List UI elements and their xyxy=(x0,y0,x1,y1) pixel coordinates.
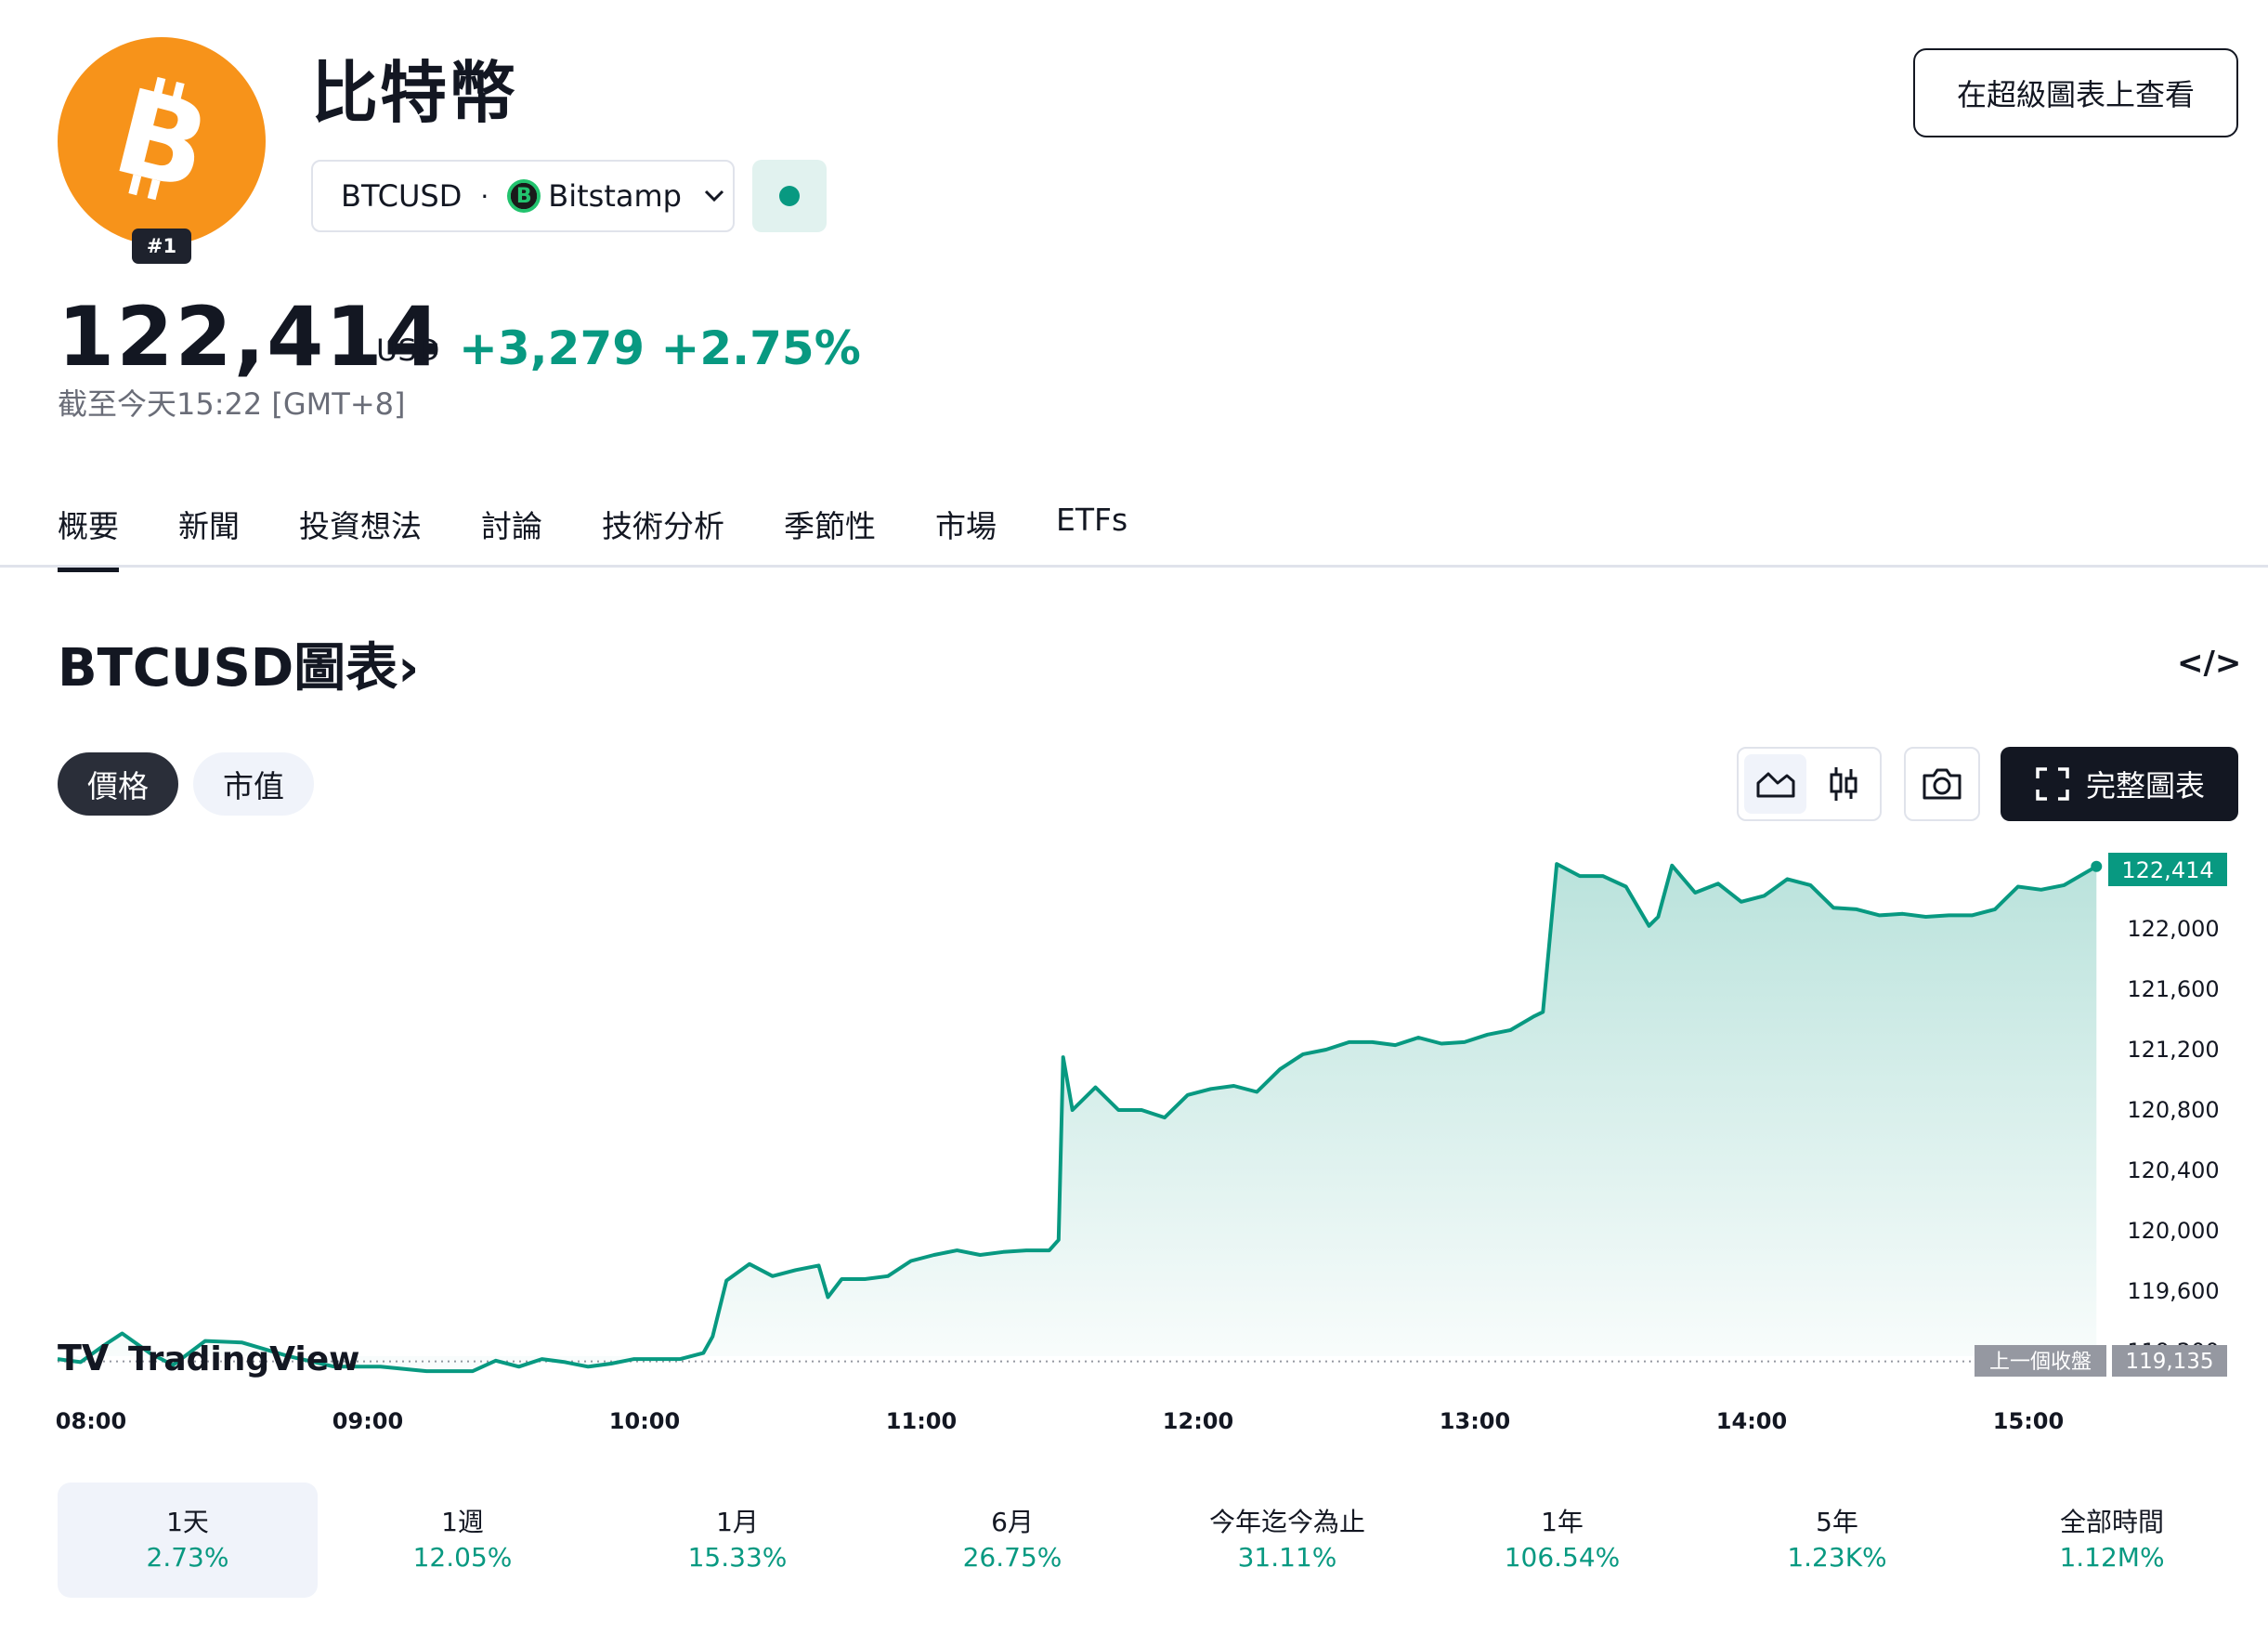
tradingview-watermark: TV TradingView xyxy=(58,1338,359,1378)
fullscreen-icon xyxy=(2036,767,2069,801)
market-status-button[interactable] xyxy=(752,160,827,232)
tab-overview[interactable]: 概要 xyxy=(58,502,119,572)
period-label: 1月 xyxy=(716,1507,759,1537)
chart-type-group xyxy=(1737,747,1882,821)
area-chart-icon[interactable] xyxy=(1744,754,1806,814)
period-all[interactable]: 全部時間 1.12M% xyxy=(1982,1483,2242,1598)
prev-close-value: 119,135 xyxy=(2125,1350,2213,1374)
period-value: 1.23K% xyxy=(1787,1542,1887,1573)
period-label: 5年 xyxy=(1816,1507,1858,1537)
x-tick-label: 09:00 xyxy=(332,1408,403,1434)
x-tick-label: 11:00 xyxy=(886,1408,957,1434)
period-ytd[interactable]: 今年迄今為止 31.11% xyxy=(1157,1483,1417,1598)
period-5y[interactable]: 5年 1.23K% xyxy=(1707,1483,1967,1598)
y-tick-label: 120,800 xyxy=(2127,1097,2219,1123)
period-1y[interactable]: 1年 106.54% xyxy=(1432,1483,1692,1598)
period-label: 6月 xyxy=(991,1507,1034,1537)
period-1d[interactable]: 1天 2.73% xyxy=(58,1483,318,1598)
symbol-label: BTCUSD xyxy=(341,178,463,214)
price-area-fill xyxy=(58,864,2097,1372)
tab-etfs[interactable]: ETFs xyxy=(1056,502,1127,570)
watermark-text: TradingView xyxy=(128,1340,359,1378)
candlestick-chart-icon[interactable] xyxy=(1812,754,1874,814)
tab-news[interactable]: 新聞 xyxy=(178,502,240,570)
tab-ideas[interactable]: 投資想法 xyxy=(299,502,422,570)
y-tick-label: 121,200 xyxy=(2127,1037,2219,1063)
price-chart[interactable]: 122,000 121,600 121,200 120,800 120,400 120,0… xyxy=(0,836,2268,1449)
x-tick-label: 13:00 xyxy=(1440,1408,1510,1434)
y-tick-label: 120,000 xyxy=(2127,1218,2219,1244)
period-value: 15.33% xyxy=(687,1542,788,1573)
chart-title-text: BTCUSD圖表 xyxy=(58,638,398,699)
x-tick-label: 12:00 xyxy=(1163,1408,1233,1434)
period-label: 1天 xyxy=(166,1507,209,1537)
chevron-down-icon xyxy=(704,185,724,208)
view-on-supercharts-button[interactable]: 在超級圖表上查看 xyxy=(1913,48,2238,137)
market-open-dot-icon xyxy=(779,186,800,206)
period-label: 今年迄今為止 xyxy=(1208,1507,1365,1537)
tab-discussion[interactable]: 討論 xyxy=(481,502,542,570)
camera-icon[interactable] xyxy=(1904,747,1980,821)
tab-technicals[interactable]: 技術分析 xyxy=(602,502,724,570)
section-tabs: 概要 新聞 投資想法 討論 技術分析 季節性 市場 ETFs xyxy=(58,502,1187,572)
bitcoin-logo: B xyxy=(58,37,266,245)
period-value: 31.11% xyxy=(1237,1542,1337,1573)
period-value: 2.73% xyxy=(146,1542,229,1573)
price-toggle[interactable]: 價格 xyxy=(58,752,178,816)
market-cap-toggle[interactable]: 市值 xyxy=(193,752,314,816)
period-value: 26.75% xyxy=(962,1542,1062,1573)
full-chart-label: 完整圖表 xyxy=(2085,768,2205,803)
y-tick-label: 121,600 xyxy=(2127,976,2219,1002)
previous-close-tag: 上一個收盤 119,135 xyxy=(1975,1345,2227,1377)
x-tick-label: 10:00 xyxy=(609,1408,680,1434)
symbol-separator: · xyxy=(480,180,489,212)
x-tick-label: 15:00 xyxy=(1993,1408,2064,1434)
period-value: 106.54% xyxy=(1504,1542,1621,1573)
x-tick-label: 14:00 xyxy=(1716,1408,1787,1434)
tradingview-logo-icon: TV xyxy=(58,1338,110,1378)
price-change: +3,279 +2.75% xyxy=(459,321,861,375)
performance-periods: 1天 2.73% 1週 12.05% 1月 15.33% 6月 26.75% 今年迄今為… xyxy=(58,1483,2257,1598)
price-currency: USD xyxy=(376,333,440,368)
tab-seasonals[interactable]: 季節性 xyxy=(784,502,876,570)
period-value: 1.12M% xyxy=(2059,1542,2165,1573)
period-value: 12.05% xyxy=(412,1542,513,1573)
period-label: 1週 xyxy=(441,1507,484,1537)
chevron-right-icon: › xyxy=(398,638,420,699)
period-1m[interactable]: 1月 15.33% xyxy=(607,1483,867,1598)
last-price-tag: 122,414 xyxy=(2108,853,2227,886)
x-axis: 08:00 09:00 10:00 11:00 12:00 13:00 14:00 15:00 xyxy=(56,1408,2064,1434)
chart-metric-toggle: 價格 市值 xyxy=(58,752,314,816)
period-label: 1年 xyxy=(1541,1507,1584,1537)
bitstamp-icon: B xyxy=(507,179,541,213)
price-timestamp: 截至今天15:22 [GMT+8] xyxy=(58,386,406,422)
bitcoin-icon: B xyxy=(58,37,266,245)
period-label: 全部時間 xyxy=(2059,1507,2164,1537)
period-1w[interactable]: 1週 12.05% xyxy=(332,1483,593,1598)
y-tick-label: 119,600 xyxy=(2127,1278,2219,1304)
y-axis: 122,000 121,600 121,200 120,800 120,400 120,0… xyxy=(2127,916,2219,1365)
full-chart-button[interactable]: 完整圖表 xyxy=(2001,747,2238,821)
page-title: 比特幣 xyxy=(311,54,518,132)
embed-code-icon[interactable]: </> xyxy=(2177,645,2241,686)
period-6m[interactable]: 6月 26.75% xyxy=(882,1483,1142,1598)
tabs-divider xyxy=(0,565,2268,568)
symbol-selector[interactable]: BTCUSD · B Bitstamp xyxy=(311,160,735,232)
chart-title-link[interactable]: BTCUSD圖表› xyxy=(58,632,419,706)
x-tick-label: 08:00 xyxy=(56,1408,126,1434)
rank-badge: #1 xyxy=(132,229,191,264)
exchange-label: Bitstamp xyxy=(548,178,682,214)
prev-close-label: 上一個收盤 xyxy=(1989,1351,2092,1374)
tab-markets[interactable]: 市場 xyxy=(935,502,997,570)
last-price-tag-text: 122,414 xyxy=(2121,857,2213,883)
last-price-dot xyxy=(2091,860,2103,872)
y-tick-label: 120,400 xyxy=(2127,1157,2219,1183)
y-tick-label: 122,000 xyxy=(2127,916,2219,942)
